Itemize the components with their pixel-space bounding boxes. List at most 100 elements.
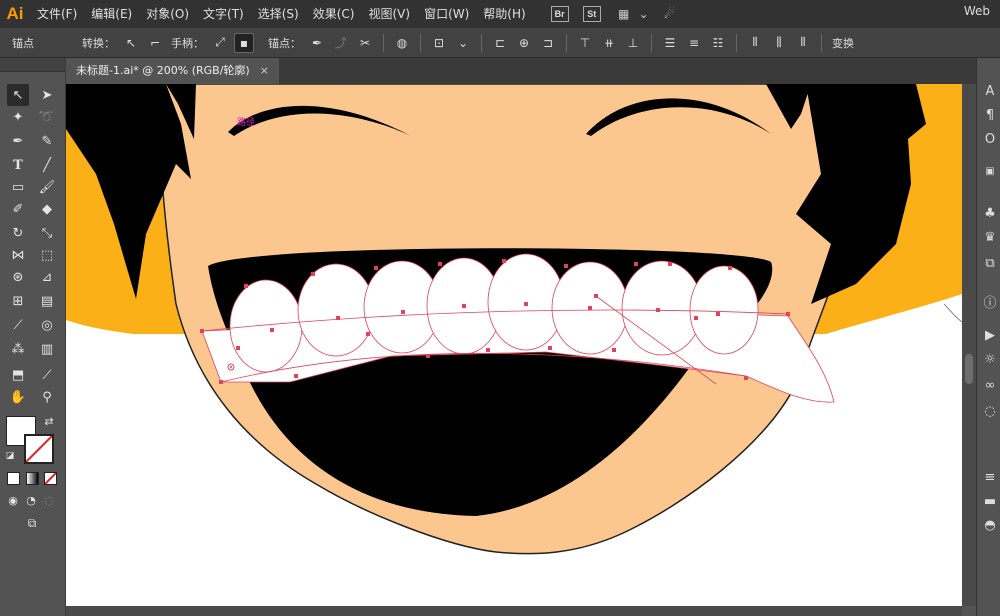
screen-mode-icon[interactable]: ⧉ — [21, 514, 43, 532]
distribute-bottom-icon[interactable]: ☷ — [708, 33, 728, 53]
distribute-vcenter-icon[interactable]: ≡ — [684, 33, 704, 53]
distribute-top-icon[interactable]: ☰ — [660, 33, 680, 53]
draw-behind-icon[interactable]: ◔ — [23, 492, 39, 508]
bridge-button[interactable]: Br — [550, 6, 569, 22]
symbol-sprayer-icon[interactable]: ⁂ — [7, 338, 29, 360]
slice-icon[interactable]: ⟋ — [36, 364, 58, 386]
close-icon[interactable]: × — [260, 58, 269, 84]
menu-select[interactable]: 选择(S) — [251, 0, 306, 28]
perspective-icon[interactable]: ⊿ — [36, 266, 58, 288]
menu-type[interactable]: 文字(T) — [196, 0, 251, 28]
properties-panel-icon[interactable]: ▣ — [981, 162, 999, 180]
eraser-icon[interactable]: ◆ — [36, 198, 58, 220]
workspace-switcher[interactable]: Web — [964, 0, 990, 28]
align-bottom-icon[interactable]: ⊥ — [623, 33, 643, 53]
stroke-panel-icon[interactable]: ▬ — [981, 492, 999, 510]
shirt-shape-right — [826, 294, 962, 606]
artboard-icon[interactable]: ⬒ — [7, 364, 29, 386]
chevron-down-icon[interactable]: ⌄ — [453, 33, 473, 53]
symbols-panel-icon[interactable]: ♣ — [981, 204, 999, 222]
shaper-icon[interactable]: ✐ — [7, 198, 29, 220]
align-to-icon[interactable]: ⊡ — [429, 33, 449, 53]
scale-icon[interactable]: ⤡ — [36, 222, 58, 244]
vertical-scrollbar-thumb[interactable] — [965, 354, 973, 384]
tools-panel-header[interactable] — [0, 58, 65, 72]
show-handles-icon[interactable]: ⤢ — [210, 33, 230, 53]
artboards-panel-icon[interactable]: ⧉ — [981, 254, 999, 272]
transform-link[interactable]: 变换 — [828, 35, 858, 51]
vertical-scrollbar[interactable] — [962, 84, 976, 606]
align-right-icon[interactable]: ⊐ — [538, 33, 558, 53]
width-icon[interactable]: ⋈ — [7, 244, 29, 266]
pen-icon[interactable]: ✒ — [7, 130, 29, 152]
swap-fill-stroke-icon[interactable]: ⇄ — [42, 414, 56, 428]
stock-button[interactable]: St — [582, 6, 601, 22]
menu-view[interactable]: 视图(V) — [361, 0, 417, 28]
recolor-artwork-icon[interactable]: ◍ — [392, 33, 412, 53]
menu-help[interactable]: 帮助(H) — [476, 0, 532, 28]
hand-icon[interactable]: ✋ — [7, 386, 29, 408]
align-left-icon[interactable]: ⊏ — [490, 33, 510, 53]
rotate-icon[interactable]: ↻ — [7, 222, 29, 244]
convert-to-corner-icon[interactable]: ↖ — [121, 33, 141, 53]
lasso-icon[interactable]: ➰ — [36, 106, 58, 128]
menu-object[interactable]: 对象(O) — [139, 0, 196, 28]
align-hcenter-icon[interactable]: ⊕ — [514, 33, 534, 53]
gradient-mode-icon[interactable] — [26, 472, 39, 485]
rectangle-icon[interactable]: ▭ — [7, 176, 29, 198]
draw-inside-icon[interactable]: ◌ — [41, 492, 57, 508]
horizontal-scrollbar[interactable] — [66, 606, 962, 616]
menu-file[interactable]: 文件(F) — [30, 0, 84, 28]
type-icon[interactable]: T — [7, 154, 29, 176]
actions-panel-icon[interactable]: ▶ — [981, 326, 999, 344]
column-graph-icon[interactable]: ▥ — [36, 338, 58, 360]
arrange-documents-icon[interactable]: ▦ — [615, 6, 633, 22]
none-mode-icon[interactable] — [44, 472, 57, 485]
mesh-icon[interactable]: ⊞ — [7, 290, 29, 312]
artboard-canvas[interactable]: 路径 — [66, 84, 962, 606]
connect-anchor-icon[interactable]: ⤴ — [331, 33, 351, 53]
graphic-styles-panel-icon[interactable]: ♛ — [981, 228, 999, 246]
distribute-right-icon[interactable]: ⦀ — [793, 33, 813, 53]
gradient-icon[interactable]: ▤ — [36, 290, 58, 312]
brush-icon[interactable]: 🖌 — [36, 176, 58, 198]
align-panel-icon[interactable]: ≡ — [981, 468, 999, 486]
blend-icon[interactable]: ◎ — [36, 314, 58, 336]
transparency-panel-icon[interactable]: ◓ — [981, 516, 999, 534]
cut-path-icon[interactable]: ✂ — [355, 33, 375, 53]
appearance-panel-icon[interactable]: ☼ — [981, 350, 999, 368]
distribute-left-icon[interactable]: ⫴ — [745, 33, 765, 53]
remove-anchor-icon[interactable]: ✒ — [307, 33, 327, 53]
eyedropper-icon[interactable]: ⟋ — [7, 314, 29, 336]
gpu-performance-icon[interactable]: ☄ — [661, 6, 679, 22]
document-tab[interactable]: 未标题-1.ai* @ 200% (RGB/轮廓) × — [66, 58, 279, 84]
layers-panel-icon[interactable]: ◌ — [981, 402, 999, 420]
distribute-hcenter-icon[interactable]: ⫼ — [769, 33, 789, 53]
convert-to-smooth-icon[interactable]: ⌐ — [145, 33, 165, 53]
stroke-swatch[interactable] — [24, 434, 54, 464]
hide-handles-icon[interactable]: ▪ — [234, 32, 254, 53]
align-top-icon[interactable]: ⊤ — [575, 33, 595, 53]
character-panel-icon[interactable]: A — [981, 82, 999, 100]
direct-selection-icon[interactable]: ➤ — [36, 84, 58, 106]
menu-window[interactable]: 窗口(W) — [417, 0, 476, 28]
selection-icon[interactable]: ↖ — [7, 84, 29, 106]
paragraph-panel-icon[interactable]: ¶ — [981, 106, 999, 124]
chevron-down-icon[interactable]: ⌄ — [635, 6, 653, 22]
menu-edit[interactable]: 编辑(E) — [84, 0, 139, 28]
links-panel-icon[interactable]: ∞ — [981, 376, 999, 394]
align-vcenter-icon[interactable]: ⧺ — [599, 33, 619, 53]
menu-effect[interactable]: 效果(C) — [306, 0, 362, 28]
magic-wand-icon[interactable]: ✦ — [7, 106, 29, 128]
color-mode-icon[interactable] — [7, 472, 20, 485]
default-colors-icon[interactable]: ◪ — [4, 450, 16, 462]
free-transform-icon[interactable]: ⬚ — [36, 244, 58, 266]
line-icon[interactable]: ╱ — [36, 154, 58, 176]
curvature-icon[interactable]: ✎ — [36, 130, 58, 152]
opentype-panel-icon[interactable]: Ο — [981, 130, 999, 148]
document-tab-title: 未标题-1.ai* @ 200% (RGB/轮廓) — [76, 64, 250, 77]
info-panel-icon[interactable]: ⓘ — [981, 292, 999, 311]
zoom-icon[interactable]: ⚲ — [36, 386, 58, 408]
shape-builder-icon[interactable]: ⊛ — [7, 266, 29, 288]
draw-normal-icon[interactable]: ◉ — [5, 492, 21, 508]
